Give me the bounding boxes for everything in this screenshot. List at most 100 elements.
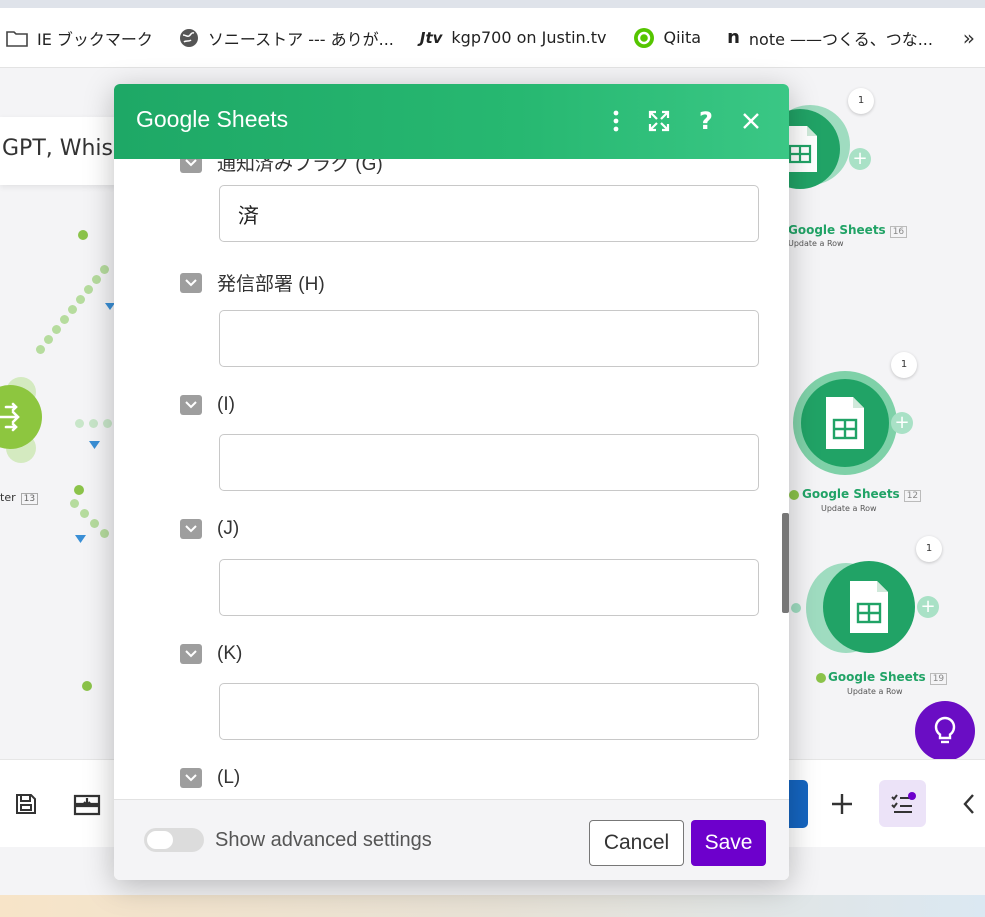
field-toggle-chevron-icon[interactable] — [180, 644, 202, 664]
status-check-icon — [78, 230, 88, 240]
field-label: (L) — [217, 767, 241, 788]
field-toggle-chevron-icon[interactable] — [180, 768, 202, 788]
field-label: (K) — [217, 643, 243, 664]
jtv-icon: Jtv — [419, 28, 443, 47]
os-taskbar — [0, 895, 985, 917]
filter-icon[interactable] — [88, 439, 102, 453]
google-sheets-icon — [826, 397, 864, 449]
module-title: Google Sheets 12 — [802, 487, 922, 502]
add-module-button[interactable] — [828, 790, 856, 818]
bookmark-label: kgp700 on Justin.tv — [451, 28, 607, 47]
import-icon — [73, 794, 101, 816]
status-check-icon — [816, 673, 826, 683]
help-question-icon[interactable]: ? — [691, 106, 721, 136]
field-label: (I) — [217, 394, 235, 415]
connector-dot — [52, 325, 61, 334]
field-toggle-chevron-icon[interactable] — [180, 159, 202, 173]
module-title-text: Google Sheets — [828, 670, 926, 684]
field-label: 通知済みフラグ (G) — [217, 159, 383, 175]
operations-count-badge[interactable]: 1 — [916, 536, 942, 562]
connector-dot — [68, 305, 77, 314]
connector-dot — [80, 509, 89, 518]
connector-dot — [791, 603, 801, 613]
field-input-h[interactable] — [219, 310, 759, 367]
field-input-k[interactable] — [219, 683, 759, 740]
filter-icon[interactable] — [74, 533, 88, 547]
connector-dot — [75, 419, 84, 428]
status-check-icon — [789, 490, 799, 500]
bookmark-justin-tv[interactable]: Jtv kgp700 on Justin.tv — [420, 28, 607, 47]
module-title-text: Google Sheets — [788, 223, 886, 237]
save-scenario-button[interactable] — [12, 790, 40, 818]
bookmark-ie-folder[interactable]: IE ブックマーク — [6, 26, 153, 50]
close-icon[interactable] — [736, 106, 766, 136]
connector-dot — [76, 295, 85, 304]
advanced-settings-label: Show advanced settings — [215, 829, 432, 851]
operations-count-badge[interactable]: 1 — [848, 88, 874, 114]
module-title: Google Sheets 16 — [788, 223, 908, 238]
scenario-run-chip[interactable] — [788, 780, 808, 828]
connector-dot — [60, 315, 69, 324]
note-icon: n — [727, 27, 740, 48]
module-number: 12 — [903, 490, 922, 502]
router-arrows-icon — [0, 402, 20, 432]
save-button[interactable]: Save — [691, 820, 766, 866]
checklist-icon — [890, 791, 916, 813]
google-sheets-icon — [850, 581, 888, 633]
field-toggle-chevron-icon[interactable] — [180, 519, 202, 539]
dialog-scrollbar[interactable] — [782, 513, 789, 613]
add-module-plus-icon[interactable]: + — [917, 596, 939, 618]
help-lightbulb-button[interactable] — [915, 701, 975, 759]
connector-dot — [89, 419, 98, 428]
bookmarks-overflow-chevron-icon[interactable]: » — [963, 26, 975, 50]
plus-icon — [832, 794, 852, 814]
connector-dot — [70, 499, 79, 508]
module-title-text: Google Sheets — [802, 487, 900, 501]
module-settings-dialog: Google Sheets ? 通知済みフラグ (G) 済 発信部署 (H) (… — [114, 84, 789, 880]
bookmark-note[interactable]: n note ——つくる、つな... — [727, 26, 933, 50]
field-toggle-chevron-icon[interactable] — [180, 272, 202, 293]
bookmarks-bar: IE ブックマーク ソニーストア --- ありが... Jtv kgp700 o… — [0, 8, 985, 68]
field-input-g[interactable]: 済 — [219, 185, 759, 242]
bookmark-label: ソニーストア --- ありが... — [207, 29, 394, 49]
router-number: 13 — [20, 493, 39, 505]
field-label: 発信部署 (H) — [217, 274, 325, 295]
google-sheets-module-12[interactable] — [801, 379, 889, 467]
module-number: 16 — [889, 226, 908, 238]
connector-dot — [36, 345, 45, 354]
router-label: ter 13 — [0, 491, 39, 505]
add-module-plus-icon[interactable]: + — [849, 148, 871, 170]
advanced-settings-toggle[interactable] — [144, 828, 204, 852]
module-subtitle: Update a Row — [821, 504, 877, 513]
connector-dot — [44, 335, 53, 344]
collapse-panel-chevron-icon[interactable] — [956, 790, 982, 818]
dialog-footer: Show advanced settings Cancel Save — [114, 799, 789, 880]
bookmark-qiita[interactable]: Qiita — [633, 27, 702, 49]
dialog-header: Google Sheets ? — [114, 84, 789, 159]
connector-dot — [84, 285, 93, 294]
expand-icon[interactable] — [644, 106, 674, 136]
dialog-body: 通知済みフラグ (G) 済 発信部署 (H) (I) (J) (K) (L) — [114, 159, 789, 799]
folder-icon — [6, 29, 28, 47]
bookmark-sony-store[interactable]: ソニーストア --- ありが... — [179, 26, 394, 50]
field-toggle-chevron-icon[interactable] — [180, 395, 202, 415]
connector-dot — [90, 519, 99, 528]
connector-dot — [92, 275, 101, 284]
google-sheets-module-19[interactable] — [823, 561, 915, 653]
connector-dot — [100, 265, 109, 274]
import-blueprint-button[interactable] — [72, 790, 102, 818]
operations-count-badge[interactable]: 1 — [891, 352, 917, 378]
browser-top-strip — [0, 0, 985, 8]
task-list-button[interactable] — [879, 780, 926, 827]
field-input-j[interactable] — [219, 559, 759, 616]
router-module[interactable] — [0, 377, 42, 463]
dialog-title: Google Sheets — [136, 106, 289, 132]
bookmark-label: Qiita — [663, 28, 702, 47]
cancel-button[interactable]: Cancel — [589, 820, 684, 866]
module-number: 19 — [929, 673, 948, 685]
bookmark-label: note ——つくる、つな... — [748, 29, 933, 49]
field-input-i[interactable] — [219, 434, 759, 491]
connector-dot — [100, 529, 109, 538]
add-module-plus-icon[interactable]: + — [891, 412, 913, 434]
more-options-icon[interactable] — [601, 106, 631, 136]
